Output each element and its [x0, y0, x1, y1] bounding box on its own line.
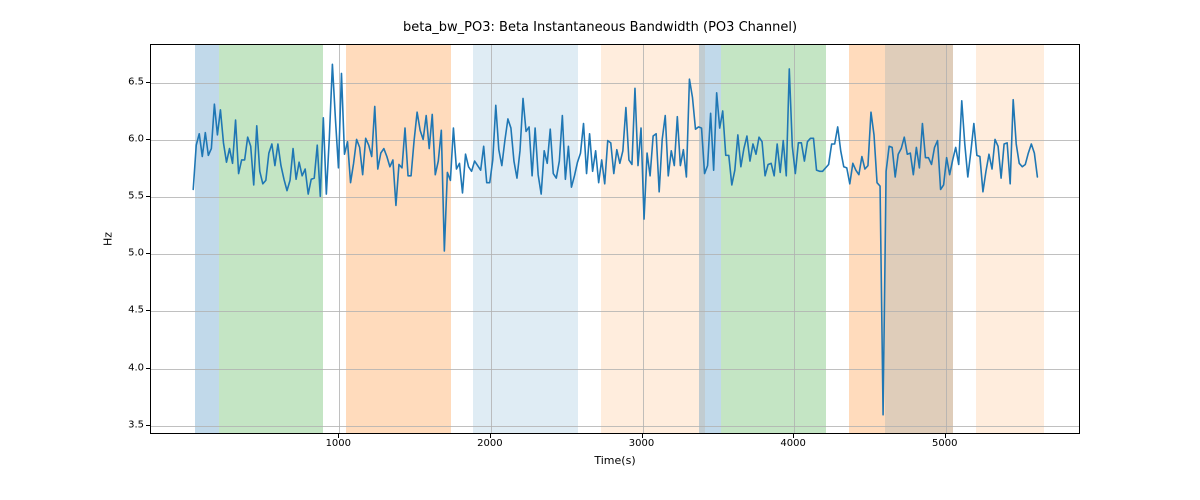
y-tick-label: 5.5	[128, 191, 144, 202]
y-axis-label: Hz	[102, 232, 115, 246]
chart-axes: Time(s) Hz 100020003000400050003.54.04.5…	[150, 44, 1080, 434]
y-tickmark	[146, 425, 150, 426]
x-tick-label: 2000	[477, 438, 502, 449]
y-tick-label: 5.0	[128, 248, 144, 259]
x-tick-label: 5000	[932, 438, 957, 449]
y-tick-label: 4.5	[128, 305, 144, 316]
y-tickmark	[146, 139, 150, 140]
y-tickmark	[146, 82, 150, 83]
y-tickmark	[146, 196, 150, 197]
figure: beta_bw_PO3: Beta Instantaneous Bandwidt…	[0, 0, 1200, 500]
y-tickmark	[146, 253, 150, 254]
line-chart-svg	[151, 45, 1079, 433]
x-tick-label: 4000	[780, 438, 805, 449]
x-tick-label: 1000	[326, 438, 351, 449]
y-tickmark	[146, 310, 150, 311]
y-tick-label: 3.5	[128, 419, 144, 430]
data-line	[193, 64, 1037, 414]
y-tick-label: 6.0	[128, 133, 144, 144]
y-tick-label: 4.0	[128, 362, 144, 373]
x-axis-label: Time(s)	[150, 454, 1080, 467]
x-tick-label: 3000	[629, 438, 654, 449]
y-tickmark	[146, 368, 150, 369]
chart-title: beta_bw_PO3: Beta Instantaneous Bandwidt…	[0, 20, 1200, 35]
plot-area	[150, 44, 1080, 434]
y-tick-label: 6.5	[128, 76, 144, 87]
